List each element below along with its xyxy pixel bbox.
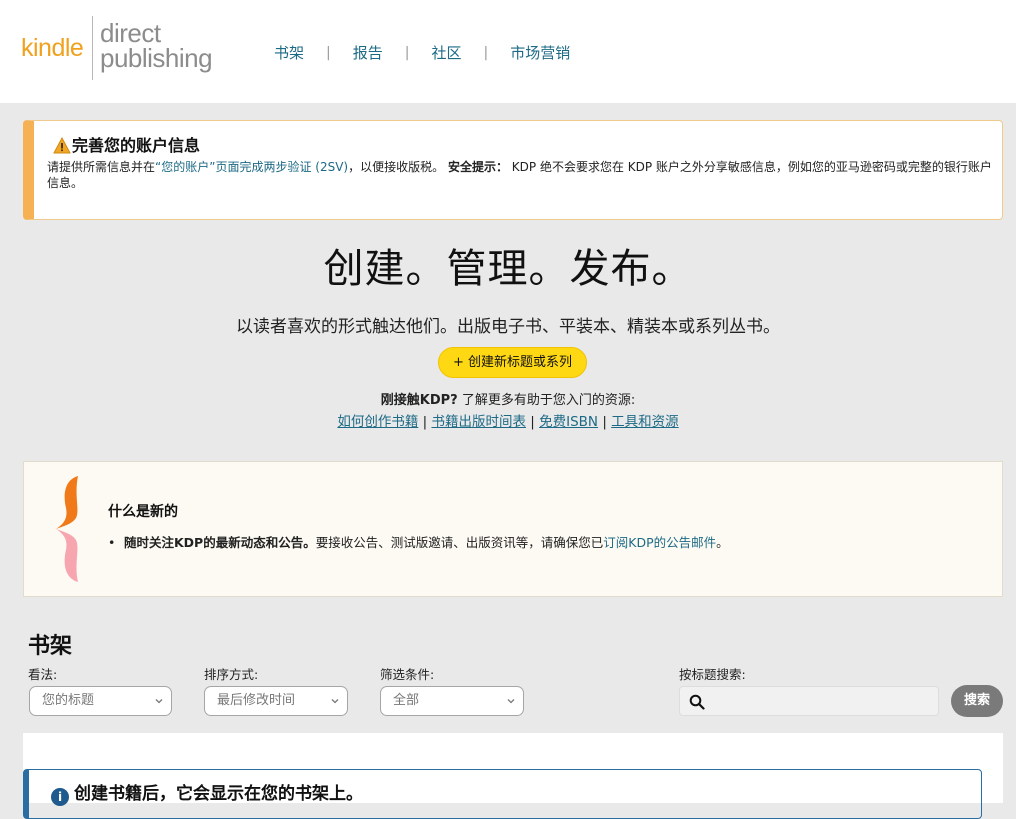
alert-body: 请提供所需信息并在“您的账户”页面完成两步验证 (2SV)，以便接收版税。 安全… bbox=[47, 159, 997, 191]
newbie-line: 刚接触KDP? 了解更多有助于您入门的资源: bbox=[0, 389, 1016, 408]
news-item-bold: 随时关注KDP的最新动态和公告。 bbox=[124, 535, 316, 550]
link-free-isbn[interactable]: 免费ISBN bbox=[539, 414, 598, 430]
news-item: • 随时关注KDP的最新动态和公告。要接收公告、测试版邀请、出版资讯等，请确保您已… bbox=[108, 532, 988, 551]
link-how-to-create[interactable]: 如何创作书籍 bbox=[337, 414, 418, 430]
alert-body-prefix: 请提供所需信息并在 bbox=[47, 160, 156, 174]
your-account-link[interactable]: “您的账户”页面完成两步验证 (2SV) bbox=[155, 160, 348, 174]
news-item-end: 。 bbox=[716, 535, 729, 550]
account-alert: 完善您的账户信息 请提供所需信息并在“您的账户”页面完成两步验证 (2SV)，以… bbox=[23, 120, 1003, 220]
safety-label: 安全提示： bbox=[447, 160, 508, 174]
alert-title: 完善您的账户信息 bbox=[72, 136, 201, 155]
top-bar: kindle direct publishing 书架 | 报告 | 社区 | … bbox=[0, 0, 1016, 103]
news-item-text: 要接收公告、测试版邀请、出版资讯等，请确保您已 bbox=[315, 535, 604, 550]
chevron-down-icon bbox=[155, 699, 163, 704]
chevron-down-icon bbox=[507, 699, 515, 704]
view-select-value: 您的标题 bbox=[42, 693, 95, 708]
bookshelf-title: 书架 bbox=[28, 634, 73, 659]
empty-shelf-info: i 创建书籍后，它会显示在您的书架上。 bbox=[23, 769, 982, 819]
logo-divider bbox=[92, 16, 93, 80]
sort-label: 排序方式: bbox=[204, 667, 259, 682]
nav-separator: | bbox=[326, 44, 331, 61]
link-separator: | bbox=[525, 414, 540, 430]
bookshelf-panel: i 创建书籍后，它会显示在您的书架上。 bbox=[23, 733, 1003, 819]
link-separator: | bbox=[418, 414, 432, 430]
info-circle-icon: i bbox=[51, 788, 69, 806]
filter-select[interactable]: 全部 bbox=[380, 686, 524, 716]
nav-marketing[interactable]: 市场营销 bbox=[510, 42, 570, 63]
main-nav: 书架 | 报告 | 社区 | 市场营销 bbox=[274, 42, 570, 63]
link-publishing-timeline[interactable]: 书籍出版时间表 bbox=[431, 414, 526, 430]
whats-new-title: 什么是新的 bbox=[108, 504, 178, 520]
subscribe-emails-link[interactable]: 订阅KDP的公告邮件 bbox=[603, 535, 716, 550]
alert-body-mid: ，以便接收版税。 bbox=[348, 160, 445, 174]
nav-reports[interactable]: 报告 bbox=[353, 42, 383, 63]
resource-links: 如何创作书籍 | 书籍出版时间表 | 免费ISBN | 工具和资源 bbox=[0, 410, 1016, 430]
chevron-down-icon bbox=[331, 699, 339, 704]
sort-select[interactable]: 最后修改时间 bbox=[204, 686, 348, 716]
kdp-brace-icon bbox=[56, 476, 78, 582]
link-tools-resources[interactable]: 工具和资源 bbox=[611, 414, 679, 430]
logo-kindle-text: kindle bbox=[21, 34, 84, 62]
search-button[interactable]: 搜索 bbox=[951, 685, 1003, 717]
hero-subtitle: 以读者喜欢的形式触达他们。出版电子书、平装本、精装本或系列丛书。 bbox=[236, 317, 780, 337]
view-label: 看法: bbox=[28, 667, 58, 682]
hero-title: 创建。管理。发布。 bbox=[323, 246, 693, 292]
magnifier-icon bbox=[689, 694, 705, 710]
view-select[interactable]: 您的标题 bbox=[29, 686, 172, 716]
bullet: • bbox=[108, 535, 116, 550]
warning-triangle-icon bbox=[53, 137, 71, 154]
link-separator: | bbox=[598, 414, 612, 430]
whats-new-panel: 什么是新的 • 随时关注KDP的最新动态和公告。要接收公告、测试版邀请、出版资讯等… bbox=[23, 461, 1003, 597]
logo-publishing-text: publishing bbox=[100, 43, 213, 73]
nav-separator: | bbox=[404, 44, 410, 61]
filter-select-value: 全部 bbox=[393, 693, 420, 708]
title-search-input[interactable] bbox=[679, 686, 939, 716]
newbie-text: 了解更多有助于您入门的资源: bbox=[457, 393, 636, 408]
newbie-bold: 刚接触KDP? bbox=[380, 393, 458, 408]
nav-separator: | bbox=[483, 44, 489, 61]
nav-bookshelf[interactable]: 书架 bbox=[274, 42, 304, 63]
filter-label: 筛选条件: bbox=[380, 667, 435, 682]
search-label: 按标题搜索: bbox=[679, 667, 746, 682]
empty-shelf-message: 创建书籍后，它会显示在您的书架上。 bbox=[74, 784, 363, 804]
create-title-button[interactable]: + 创建新标题或系列 bbox=[438, 347, 587, 378]
sort-select-value: 最后修改时间 bbox=[217, 693, 296, 708]
nav-community[interactable]: 社区 bbox=[431, 42, 461, 63]
